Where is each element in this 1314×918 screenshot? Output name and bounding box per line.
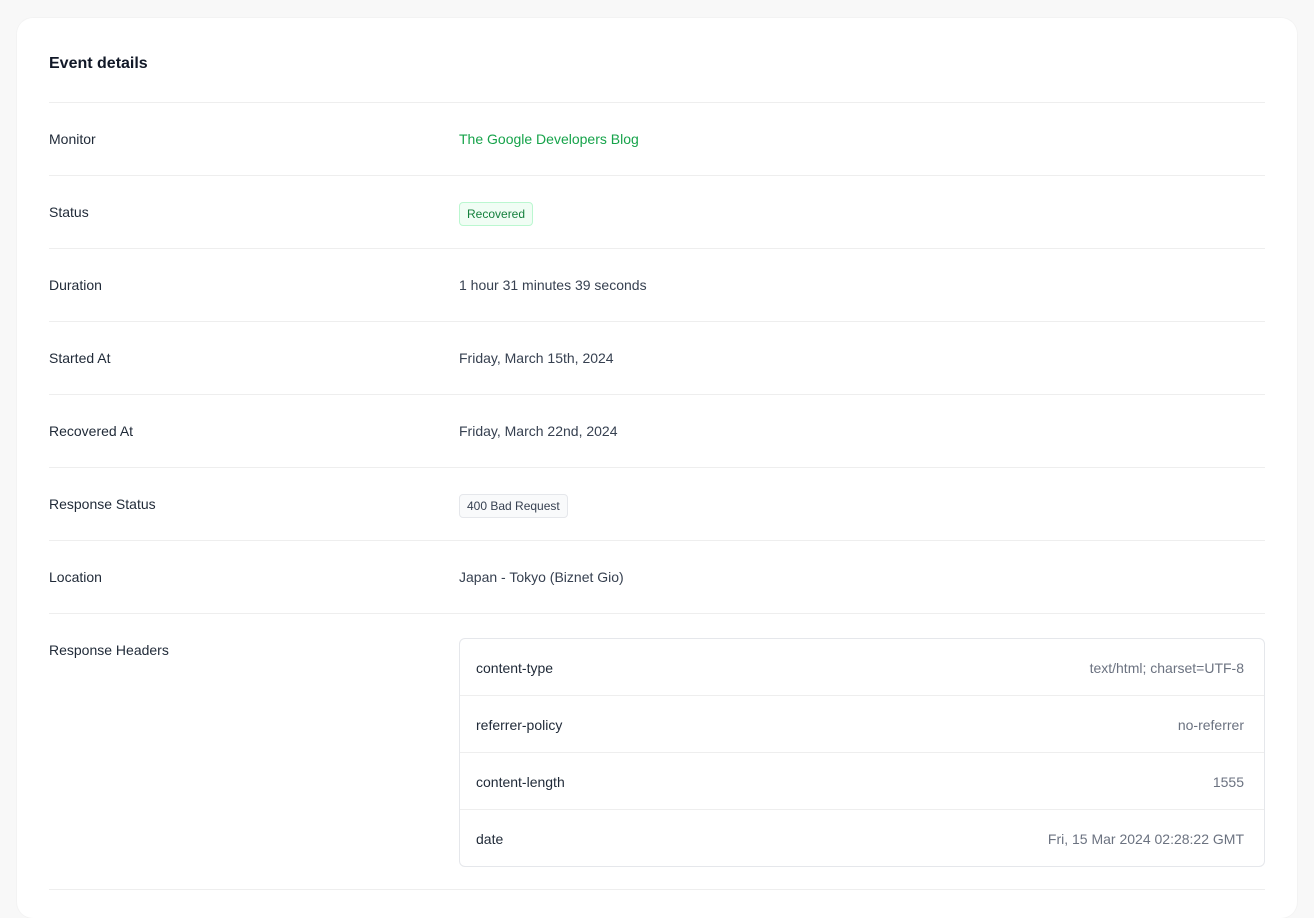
row-location: Location Japan - Tokyo (Biznet Gio) [49,540,1265,613]
duration-value: 1 hour 31 minutes 39 seconds [459,277,647,293]
response-status-badge: 400 Bad Request [459,494,568,518]
event-details-card: Event details Monitor The Google Develop… [17,18,1297,918]
response-headers-table: content-type text/html; charset=UTF-8 re… [459,638,1265,867]
response-status-value: 400 Bad Request [459,494,568,519]
row-started-at: Started At Friday, March 15th, 2024 [49,321,1265,394]
details-list: Monitor The Google Developers Blog Statu… [49,102,1265,890]
row-status: Status Recovered [49,175,1265,248]
header-key: date [476,831,504,847]
status-value: Recovered [459,202,534,227]
location-value: Japan - Tokyo (Biznet Gio) [459,569,624,585]
row-monitor: Monitor The Google Developers Blog [49,102,1265,175]
status-label: Status [49,204,89,220]
started-at-value: Friday, March 15th, 2024 [459,350,614,366]
status-badge: Recovered [459,202,534,226]
header-key: content-length [476,774,565,790]
header-item: date Fri, 15 Mar 2024 02:28:22 GMT [460,809,1264,866]
location-label: Location [49,569,102,585]
header-item: content-length 1555 [460,752,1264,809]
header-item: content-type text/html; charset=UTF-8 [460,639,1264,695]
response-status-label: Response Status [49,496,156,512]
recovered-at-value: Friday, March 22nd, 2024 [459,423,618,439]
header-item: referrer-policy no-referrer [460,695,1264,752]
recovered-at-label: Recovered At [49,423,134,439]
monitor-value: The Google Developers Blog [459,130,639,148]
row-recovered-at: Recovered At Friday, March 22nd, 2024 [49,394,1265,467]
header-key: content-type [476,660,554,676]
divider [49,889,1265,890]
row-response-headers: Response Headers content-type text/html;… [49,613,1265,889]
header-value: no-referrer [1177,717,1244,733]
card-title: Event details [49,55,148,72]
header-value: text/html; charset=UTF-8 [1089,660,1244,676]
row-response-status: Response Status 400 Bad Request [49,467,1265,540]
row-duration: Duration 1 hour 31 minutes 39 seconds [49,248,1265,321]
monitor-label: Monitor [49,131,96,147]
started-at-label: Started At [49,350,111,366]
duration-label: Duration [49,277,102,293]
response-headers-label: Response Headers [49,642,169,658]
header-value: 1555 [1212,774,1244,790]
monitor-link[interactable]: The Google Developers Blog [459,131,639,147]
header-value: Fri, 15 Mar 2024 02:28:22 GMT [1047,831,1244,847]
header-key: referrer-policy [476,717,563,733]
